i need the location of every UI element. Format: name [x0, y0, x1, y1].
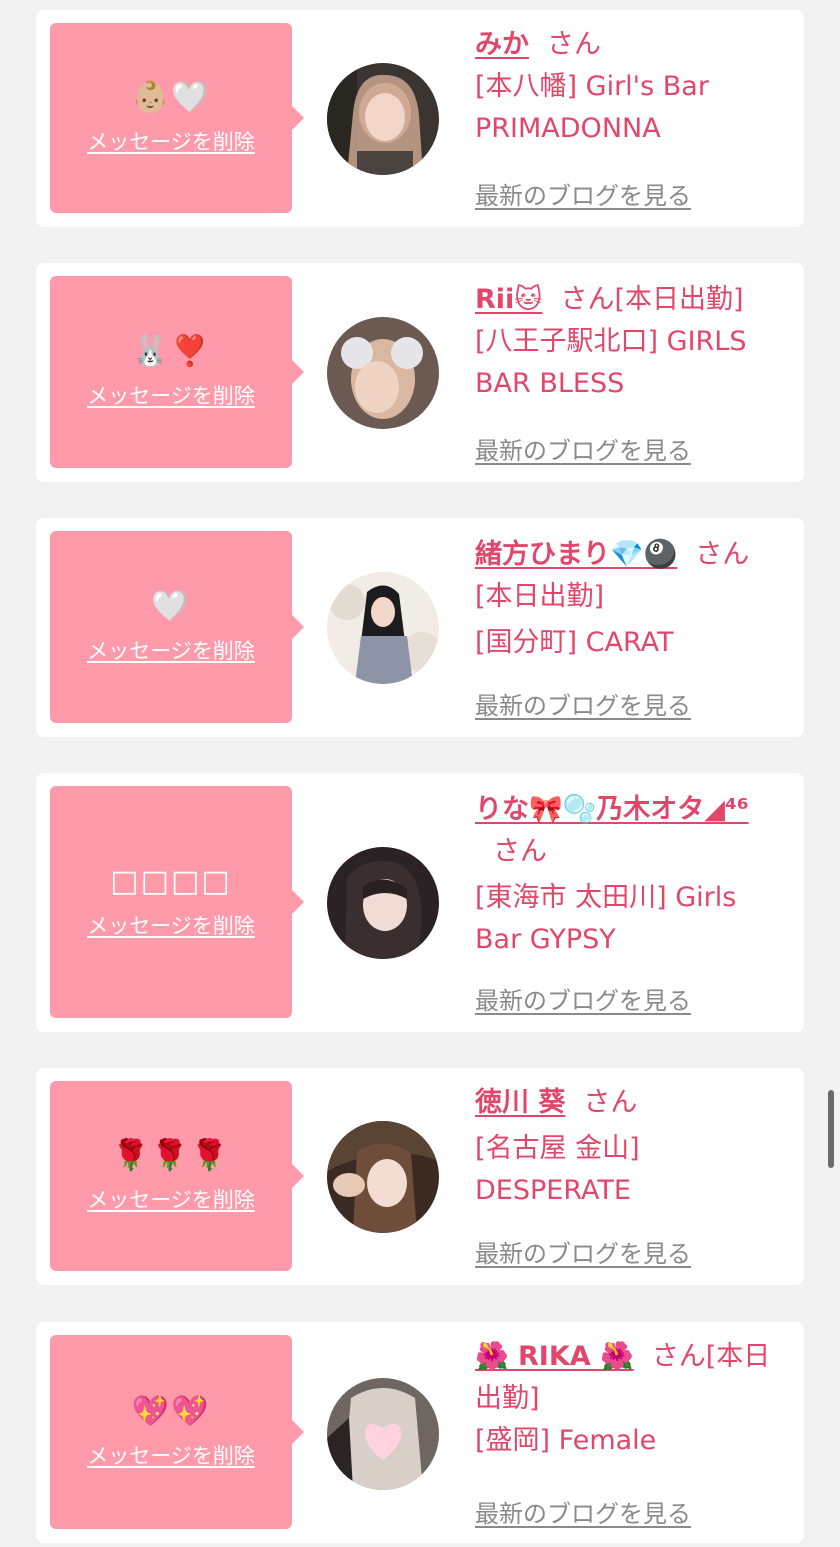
cast-info: Rii🐱 さん[本日出勤] [八王子駅北口] GIRLS BAR BLESS	[475, 279, 782, 405]
delete-message-link[interactable]: メッセージを削除	[87, 126, 255, 156]
message-text: 👶🏼🤍	[131, 80, 211, 115]
favorite-card: 👶🏼🤍 メッセージを削除 みか さん [本八幡] Girl's Bar PRIMA…	[36, 10, 804, 227]
favorite-card: 💖💖 メッセージを削除 🌺 RIKA 🌺 さん[本日出勤] [盛岡] Female…	[36, 1322, 804, 1543]
favorite-card: 🐰❣️ メッセージを削除 Rii🐱 さん[本日出勤] [八王子駅北口] GIRLS…	[36, 263, 804, 482]
status-badge: [本日出勤]	[475, 581, 605, 612]
honorific: さん	[560, 284, 615, 315]
message-bubble: 🐰❣️ メッセージを削除	[50, 276, 304, 468]
cast-name-link[interactable]: 徳川 葵	[475, 1087, 565, 1118]
cast-info: 徳川 葵さん [名古屋 金山] DESPERATE	[475, 1082, 782, 1212]
scrollbar[interactable]	[828, 1090, 834, 1168]
message-text: 🌹🌹🌹	[111, 1138, 231, 1173]
cast-name-link[interactable]: りな🎀🫧乃木オタ◢⁴⁶	[475, 794, 749, 825]
latest-blog-link[interactable]: 最新のブログを見る	[475, 1494, 691, 1529]
delete-message-link[interactable]: メッセージを削除	[87, 380, 255, 410]
latest-blog-link[interactable]: 最新のブログを見る	[475, 981, 691, 1016]
honorific: さん	[583, 1087, 638, 1118]
honorific: さん	[651, 1341, 706, 1372]
delete-message-link[interactable]: メッセージを削除	[87, 1440, 255, 1470]
latest-blog-link[interactable]: 最新のブログを見る	[475, 431, 691, 466]
shop-name: [盛岡] Female	[475, 1425, 657, 1456]
latest-blog-link[interactable]: 最新のブログを見る	[475, 686, 691, 721]
cast-info: りな🎀🫧乃木オタ◢⁴⁶ さん [東海市 太田川] Girls Bar GYPSY	[475, 789, 782, 961]
honorific: さん	[493, 836, 547, 867]
cast-info: 🌺 RIKA 🌺 さん[本日出勤] [盛岡] Female	[475, 1336, 782, 1462]
shop-name: [名古屋 金山] DESPERATE	[475, 1133, 640, 1206]
honorific: さん	[695, 539, 750, 570]
message-text: 🐰❣️	[131, 334, 211, 369]
favorite-card: 🌹🌹🌹 メッセージを削除 徳川 葵さん [名古屋 金山] DESPERATE 最…	[36, 1068, 804, 1285]
message-text: 💖💖	[131, 1394, 211, 1429]
message-bubble: □□□□ メッセージを削除	[50, 786, 304, 1018]
cast-name-link[interactable]: Rii🐱	[475, 284, 542, 315]
delete-message-link[interactable]: メッセージを削除	[87, 635, 255, 665]
avatar[interactable]	[327, 572, 439, 684]
message-text: □□□□	[110, 864, 232, 899]
honorific: さん	[547, 29, 601, 60]
status-badge: [本日出勤]	[614, 284, 744, 315]
avatar[interactable]	[327, 1121, 439, 1233]
message-bubble: 🌹🌹🌹 メッセージを削除	[50, 1081, 304, 1271]
shop-name: [八王子駅北口] GIRLS BAR BLESS	[475, 326, 747, 399]
favorite-card: 🤍 メッセージを削除 緒方ひまり💎🎱 さん [本日出勤] [国分町] CARAT …	[36, 518, 804, 737]
favorite-card: □□□□ メッセージを削除 りな🎀🫧乃木オタ◢⁴⁶ さん [東海市 太田川] Gi…	[36, 773, 804, 1032]
cast-info: 緒方ひまり💎🎱 さん [本日出勤] [国分町] CARAT	[475, 534, 782, 664]
cast-name-link[interactable]: みか	[475, 29, 529, 60]
message-bubble: 👶🏼🤍 メッセージを削除	[50, 23, 304, 213]
avatar[interactable]	[327, 847, 439, 959]
avatar[interactable]	[327, 63, 439, 175]
message-bubble: 💖💖 メッセージを削除	[50, 1335, 304, 1529]
delete-message-link[interactable]: メッセージを削除	[87, 1184, 255, 1214]
shop-name: [東海市 太田川] Girls Bar GYPSY	[475, 882, 737, 955]
message-bubble: 🤍 メッセージを削除	[50, 531, 304, 723]
shop-name: [国分町] CARAT	[475, 627, 674, 658]
cast-info: みか さん [本八幡] Girl's Bar PRIMADONNA	[475, 24, 782, 150]
cast-name-link[interactable]: 🌺 RIKA 🌺	[475, 1341, 634, 1372]
delete-message-link[interactable]: メッセージを削除	[87, 910, 255, 940]
avatar[interactable]	[327, 1378, 439, 1490]
avatar[interactable]	[327, 317, 439, 429]
message-text: 🤍	[151, 589, 191, 624]
shop-name: [本八幡] Girl's Bar PRIMADONNA	[475, 71, 709, 144]
latest-blog-link[interactable]: 最新のブログを見る	[475, 176, 691, 211]
cast-name-link[interactable]: 緒方ひまり💎🎱	[475, 539, 677, 570]
latest-blog-link[interactable]: 最新のブログを見る	[475, 1234, 691, 1269]
